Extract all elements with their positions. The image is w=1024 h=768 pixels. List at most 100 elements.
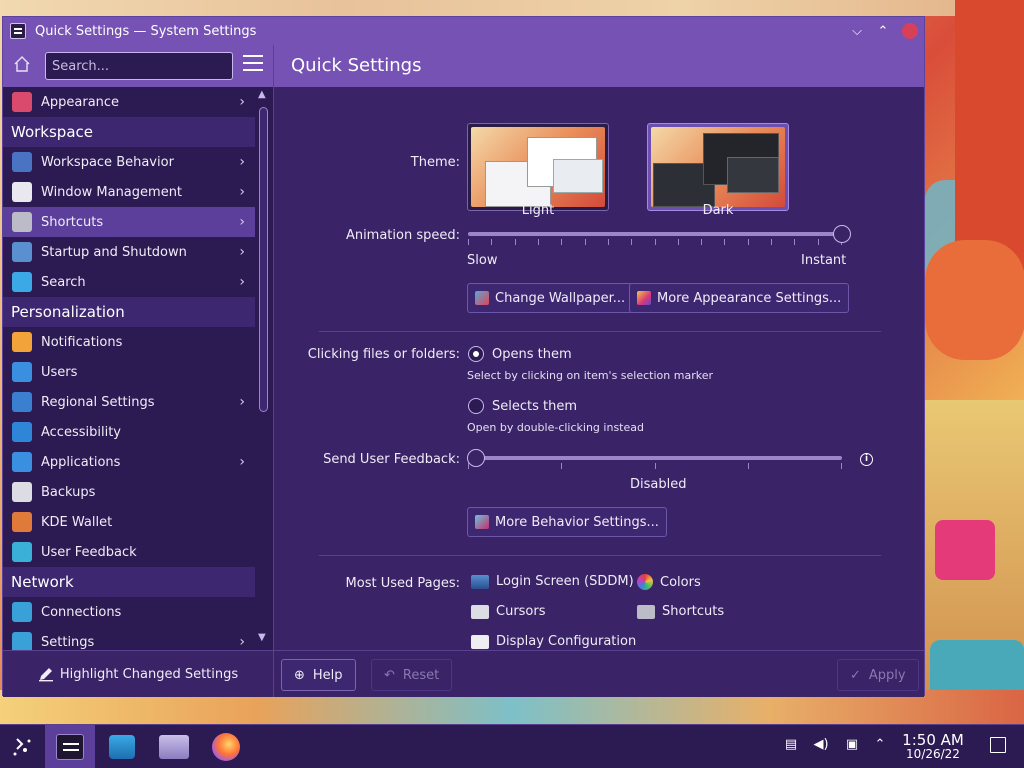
sidebar-item-regional-settings[interactable]: Regional Settings › [3,387,255,417]
sidebar-item-startup-and-shutdown[interactable]: Startup and Shutdown › [3,237,255,267]
main-content: Theme: Light Dark Animation speed: Slow … [274,87,924,650]
pen-icon [38,668,53,682]
login-screen-label: Login Screen (SDDM) [496,574,634,589]
most-used-shortcuts[interactable]: Shortcuts [637,604,724,619]
send-feedback-track[interactable] [468,456,842,460]
system-settings-window: Quick Settings — System Settings ⌵ ⌃ Qui… [2,16,925,697]
keyboard-icon [12,212,32,232]
wallpaper-shape-pink [935,520,995,580]
theme-light-card[interactable] [467,123,609,211]
bottom-bar: ⊕ Help ↶ Reset ✓ Apply [274,650,924,697]
sidebar-item-settings[interactable]: Settings › [3,627,255,650]
animation-speed-handle[interactable] [833,225,851,243]
hamburger-menu-button[interactable] [243,55,263,75]
sidebar-item-users[interactable]: Users [3,357,255,387]
chevron-right-icon: › [239,154,245,170]
send-feedback-handle[interactable] [467,449,485,467]
window-title: Quick Settings — System Settings [35,23,257,39]
more-appearance-settings-button[interactable]: More Appearance Settings... [629,283,850,313]
chevron-right-icon: › [239,634,245,650]
more-behavior-settings-label: More Behavior Settings... [495,514,659,530]
apply-button[interactable]: ✓ Apply [837,659,919,691]
sidebar-item-label: Search [41,274,86,290]
search-input[interactable] [45,52,233,80]
volume-icon[interactable]: ◀) [812,737,830,755]
sidebar-item-window-management[interactable]: Window Management › [3,177,255,207]
sidebar-item-backups[interactable]: Backups [3,477,255,507]
task-firefox[interactable] [210,731,242,763]
section-divider-2 [319,555,881,556]
most-used-cursors[interactable]: Cursors [471,604,546,619]
appearance-icon [637,291,651,305]
sidebar-item-shortcuts[interactable]: Shortcuts › [3,207,255,237]
chevron-right-icon: › [239,214,245,230]
sidebar-item-notifications[interactable]: Notifications [3,327,255,357]
sidebar-item-kde-wallet[interactable]: KDE Wallet [3,507,255,537]
show-desktop-icon[interactable] [990,737,1006,753]
sidebar-item-user-feedback[interactable]: User Feedback [3,537,255,567]
minimize-button[interactable]: ⌵ [850,24,864,39]
home-button[interactable] [11,55,33,77]
sidebar-item-workspace-behavior[interactable]: Workspace Behavior › [3,147,255,177]
theme-dark-label: Dark [702,203,734,218]
sidebar-item-appearance[interactable]: Appearance › [3,87,255,117]
send-feedback-label: Send User Feedback: [323,452,460,467]
sidebar-item-accessibility[interactable]: Accessibility [3,417,255,447]
close-button[interactable] [902,23,918,39]
behavior-icon [475,515,489,529]
shortcuts-label: Shortcuts [662,604,725,619]
app-launcher-icon [13,738,31,756]
sidebar-item-connections[interactable]: Connections [3,597,255,627]
opens-them-label: Opens them [492,347,572,362]
task-system-settings[interactable] [45,725,95,768]
network-icon[interactable]: ▣ [843,737,861,755]
home-icon [14,56,30,72]
animation-speed-ticks [468,239,842,245]
section-divider [319,331,881,332]
appearance-icon [12,92,32,112]
header: Quick Settings [3,45,924,87]
selects-them-radio[interactable] [468,398,484,414]
checkmark-icon: ✓ [850,667,861,683]
theme-label: Theme: [410,155,460,170]
application-launcher-button[interactable] [6,731,38,763]
scroll-down-arrow[interactable]: ▼ [258,632,266,643]
reset-button[interactable]: ↶ Reset [371,659,453,691]
most-used-login-screen[interactable]: Login Screen (SDDM) [471,574,634,589]
task-discover[interactable] [106,731,138,763]
more-behavior-settings-button[interactable]: More Behavior Settings... [467,507,667,537]
animation-speed-track[interactable] [468,232,842,236]
sidebar-item-applications[interactable]: Applications › [3,447,255,477]
clipboard-icon[interactable]: ▤ [782,737,800,755]
sidebar-category-network: Network [3,567,255,597]
maximize-button[interactable]: ⌃ [876,24,890,39]
colors-icon [637,574,653,590]
theme-dark-card[interactable] [647,123,789,211]
theme-light-label: Light [521,203,555,218]
most-used-display-configuration[interactable]: Display Configuration [471,634,636,649]
titlebar[interactable]: Quick Settings — System Settings ⌵ ⌃ [3,17,924,45]
chevron-right-icon: › [239,394,245,410]
help-button[interactable]: ⊕ Help [281,659,356,691]
highlight-changed-settings-button[interactable]: Highlight Changed Settings [38,666,238,682]
more-appearance-settings-label: More Appearance Settings... [657,290,842,306]
display-configuration-label: Display Configuration [496,634,637,649]
clock[interactable]: 1:50 AM 10/26/22 [898,731,968,761]
scroll-up-arrow[interactable]: ▲ [258,89,266,100]
animation-speed-min-label: Slow [467,253,498,268]
chevron-up-icon[interactable]: ⌃ [871,737,889,755]
clicking-files-label: Clicking files or folders: [307,347,460,362]
opens-them-radio[interactable] [468,346,484,362]
sidebar-item-label: Startup and Shutdown [41,244,187,260]
colors-label: Colors [660,574,701,590]
info-icon[interactable]: i [860,453,873,466]
change-wallpaper-button[interactable]: Change Wallpaper... [467,283,634,313]
display-icon [471,634,489,649]
most-used-colors[interactable]: Colors [637,574,701,590]
sidebar-item-label: Notifications [41,334,123,350]
task-dolphin[interactable] [158,731,190,763]
shopping-bag-icon [109,735,135,759]
light-theme-preview [471,127,605,207]
sidebar-item-search[interactable]: Search › [3,267,255,297]
scrollbar-thumb[interactable] [259,107,268,412]
